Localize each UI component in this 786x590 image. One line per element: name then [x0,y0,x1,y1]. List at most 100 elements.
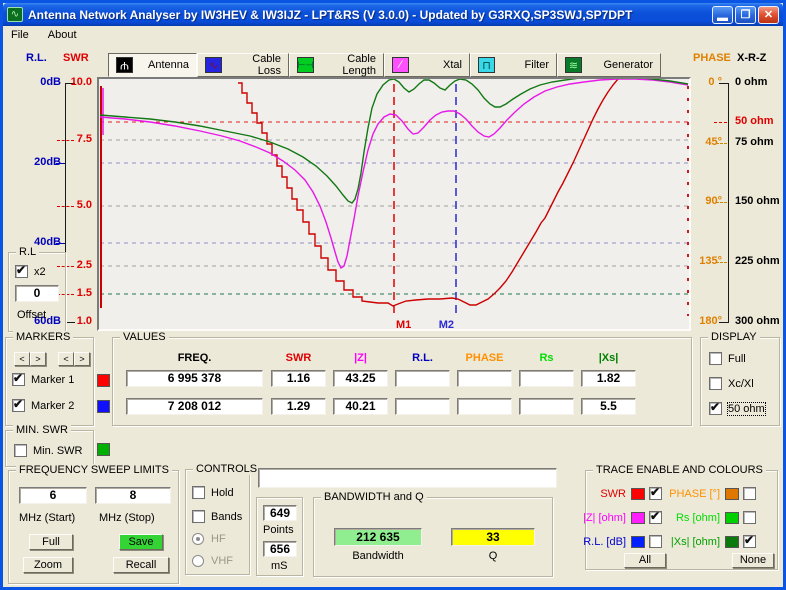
tab-cable-length[interactable]: ⊢⊣ Cable Length [289,53,384,77]
marker-1-label: M1 [396,319,411,329]
swr-tick-label: 1.0 [76,315,92,327]
phase-tick-label: 0 ° [708,76,722,88]
sweep-limits-group: FREQUENCY SWEEP LIMITS 6 8 MHz (Start) M… [8,464,179,584]
window-title: Antenna Network Analyser by IW3HEV & IW3… [28,7,633,22]
cable-loss-icon: ∿ [205,57,222,73]
all-button[interactable]: All [624,553,666,568]
freq-start-input[interactable]: 6 [19,487,87,504]
marker1-checkbox[interactable] [12,371,25,386]
phase-trace-swatch[interactable] [725,488,739,500]
ms-value: 656 [263,541,297,557]
z-trace-label: |Z| [ohm] [582,512,626,524]
axis-tick [716,143,727,144]
axis-tick [56,243,65,244]
xs-trace-swatch[interactable] [725,536,739,548]
ohm-tick-label: 225 ohm [735,255,780,267]
min-swr-checkbox[interactable] [14,444,27,457]
marker2-rs-value [519,398,574,415]
z-trace [99,79,689,270]
rl-trace-label: R.L. [dB] [583,536,626,548]
offset-label: Offset [17,309,47,321]
z-trace-checkbox[interactable] [649,509,662,524]
marker2-next-button[interactable]: > [74,352,90,366]
marker1-rl-value [395,370,450,387]
swr-trace-checkbox[interactable] [649,485,662,500]
tab-antenna[interactable]: Ψ Antenna [108,53,197,77]
filter-icon: ⊓ [478,57,495,73]
menu-file[interactable]: File [3,26,37,44]
x2-checkbox[interactable] [15,263,28,278]
vhf-label: VHF [211,555,233,567]
controls-group: CONTROLS Hold Bands HF VHF [185,463,261,575]
xrz-axis-header: X-R-Z [737,52,767,64]
title-bar[interactable]: ∿ Antenna Network Analyser by IW3HEV & I… [3,3,783,26]
q-label: Q [488,550,498,562]
display-50ohm-label: 50 ohm [727,402,766,416]
ohm-tick-label: 0 ohm [735,76,768,88]
xtal-icon: ∕ [392,57,409,73]
marker2-checkbox[interactable] [12,397,25,412]
hold-checkbox[interactable] [192,486,205,499]
marker1-label: Marker 1 [31,374,75,386]
rl-offset-group: R.L x2 0 Offset [8,246,66,332]
rl-tick-label: 20dB [34,156,61,168]
ohm-tick-label: 50 ohm [735,115,774,127]
full-button[interactable]: Full [29,534,73,550]
display-50ohm-checkbox[interactable] [709,400,722,415]
marker2-xs-value: 5.5 [581,398,636,415]
col-header-rl: R.L. [412,352,433,364]
chart-plot-area[interactable]: M1 M2 [97,77,691,331]
marker1-next-button[interactable]: > [30,352,46,366]
maximize-button[interactable]: ❐ [735,5,756,24]
xs-trace-checkbox[interactable] [743,533,756,548]
marker1-prev-button[interactable]: < [14,352,30,366]
close-button[interactable]: ✕ [758,5,779,24]
marker1-freq-value: 6 995 378 [126,370,263,387]
values-group: VALUES FREQ. SWR |Z| R.L. PHASE Rs |Xs| … [112,331,692,426]
tab-filter[interactable]: ⊓ Filter [470,53,557,77]
generator-icon: ≋ [565,57,582,73]
command-input[interactable] [258,468,557,488]
chart-svg: M1 M2 [99,79,689,329]
marker2-z-value: 40.21 [333,398,388,415]
swr-trace-swatch[interactable] [631,488,645,500]
minimize-button[interactable]: ▬ [712,5,733,24]
tab-xtal[interactable]: ∕ Xtal [384,53,470,77]
display-full-checkbox[interactable] [709,352,722,365]
col-header-xs: |Xs| [598,352,619,364]
points-label: Points [263,524,294,536]
marker2-color-swatch [97,400,110,413]
col-header-swr: SWR [285,352,312,364]
rs-trace-swatch[interactable] [725,512,739,524]
tab-cable-loss[interactable]: ∿ Cable Loss [197,53,289,77]
phase-trace-checkbox[interactable] [743,487,756,500]
marker2-phase-value [457,398,512,415]
xs-trace-label: |Xs| [ohm] [670,536,720,548]
axis-tick [56,163,65,164]
save-button[interactable]: Save [119,534,163,550]
menu-about[interactable]: About [40,26,85,44]
tab-generator[interactable]: ≋ Generator [557,53,661,77]
rl-trace-swatch[interactable] [631,536,645,548]
marker2-prev-button[interactable]: < [58,352,74,366]
zoom-button[interactable]: Zoom [23,557,73,573]
z-trace-swatch[interactable] [631,512,645,524]
display-xcxl-label: Xc/Xl [728,378,754,390]
menu-bar: File About [3,26,783,45]
swr-tick-label: 10.0 [70,76,92,88]
freq-stop-input[interactable]: 8 [95,487,171,504]
display-xcxl-checkbox[interactable] [709,377,722,390]
ms-label: mS [271,560,288,572]
trace-enable-group: TRACE ENABLE AND COLOURS SWR PHASE [°] |… [583,464,778,570]
hf-radio[interactable] [192,533,204,545]
rl-offset-input[interactable]: 0 [15,285,59,302]
axis-tick [714,122,727,123]
display-group: DISPLAY Full Xc/Xl 50 ohm [700,331,780,426]
rs-trace-checkbox[interactable] [743,511,756,524]
bands-checkbox[interactable] [192,510,205,523]
markers-group: MARKERS < > < > Marker 1 Marker 2 [5,331,94,426]
recall-button[interactable]: Recall [113,557,169,573]
vhf-radio[interactable] [192,555,204,567]
none-button[interactable]: None [732,553,774,568]
marker2-label: Marker 2 [31,400,75,412]
